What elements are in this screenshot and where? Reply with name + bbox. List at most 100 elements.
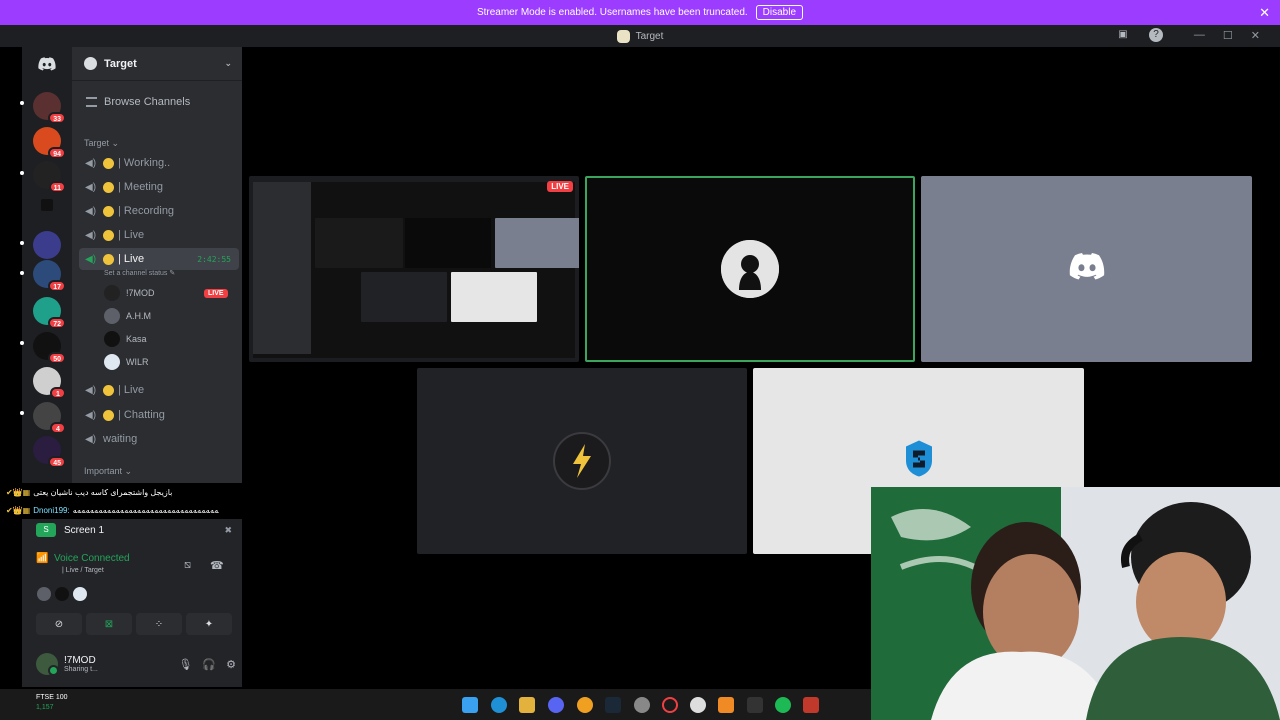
voice-channel[interactable]: ◀) | Working.. [79,152,239,174]
server-icon[interactable]: 1 [33,367,66,399]
file-explorer-icon[interactable] [519,697,535,713]
stock-widget[interactable]: FTSE 100 1,157 [36,693,68,713]
voice-channel[interactable]: ◀) waiting [79,428,239,450]
server-icon[interactable]: 72 [33,297,66,329]
discord-logo-icon [1069,253,1105,285]
stop-share-icon[interactable]: ✖ [224,525,232,536]
voice-channel[interactable]: ◀) | Recording [79,200,239,222]
server-logo-icon [616,29,630,43]
server-icon[interactable] [41,199,53,211]
app-icon[interactable] [803,697,819,713]
riot-icon[interactable] [662,697,678,713]
disconnect-icon[interactable]: ☎ [210,559,224,572]
emoji-icon [103,157,114,169]
screen-share-button[interactable]: ⊠ [86,613,132,635]
set-channel-status[interactable]: Set a channel status ✎ [104,269,175,277]
voice-channel[interactable]: ◀) | Live [79,224,239,246]
voice-channel[interactable]: ◀) | Live [79,379,239,401]
stream-tile-user[interactable] [417,368,747,554]
server-icon[interactable]: 45 [33,436,66,468]
server-icon[interactable]: 4 [33,402,66,434]
mention-badge: 4 [50,422,66,434]
microphone-icon[interactable]: 🎙 [178,658,192,671]
close-banner-icon[interactable]: ✕ [1259,5,1270,21]
noise-suppression-icon[interactable]: ⧅ [184,559,191,572]
voice-user[interactable]: WILR [104,352,149,372]
category-target[interactable]: Target ⌄ [84,138,119,149]
avatar[interactable] [36,653,59,676]
gear-icon[interactable]: ⚙ [226,658,236,671]
minimize-icon[interactable]: — [1194,29,1205,42]
stream-chat-overlay: ✔👑▦ بازیجل واشتجمرای کاسه دیب ناشیان یعت… [0,483,242,519]
voice-channel-path: | Live / Target [62,567,104,574]
preview-tile [405,218,491,268]
soundboard-button[interactable]: ✦ [186,613,232,635]
steam-icon[interactable] [605,697,621,713]
chat-line: ✔👑▦ Dnoni199: ﻪﻪﻪﻪﻪﻪﻪﻪﻪﻪﻪﻪﻪﻪﻪﻪﻪﻪﻪﻪﻪﻪﻪﻪﻪﻪ… [0,501,242,519]
close-window-icon[interactable]: ✕ [1251,29,1260,42]
voice-channel-active[interactable]: ◀) | Live 2:42:55 [79,248,239,270]
browse-channels-label: Browse Channels [104,96,191,108]
maximize-icon[interactable]: ☐ [1223,29,1233,42]
spotify-icon[interactable] [775,697,791,713]
chat-badges: ✔👑▦ [6,505,31,515]
app-icon[interactable] [690,697,706,713]
user-panel: !7MOD Sharing t... 🎙 🎧 ⚙ [36,649,236,679]
screen-share-row[interactable]: S Screen 1 ✖ [36,519,232,541]
epic-games-icon[interactable] [747,697,763,713]
voice-connected-status[interactable]: 📶 Voice Connected [36,553,130,564]
start-icon[interactable] [462,697,478,713]
banner-text: Streamer Mode is enabled. Usernames have… [476,7,748,18]
disable-streamer-mode-button[interactable]: Disable [755,5,804,20]
preview-tile [315,218,403,268]
channel-name: | Recording [118,205,175,217]
preview-tile [451,272,537,322]
server-icon[interactable] [33,231,61,259]
channel-sidebar: Target ⌄ Browse Channels Target ⌄ ◀) | Wo… [72,47,242,483]
inbox-icon[interactable]: ▣ [1116,28,1130,42]
avatar [73,587,87,601]
browse-channels[interactable]: Browse Channels [86,96,190,108]
voice-channel[interactable]: ◀) | Chatting [79,404,239,426]
channel-timer: 2:42:55 [197,254,231,264]
server-icon[interactable]: 94 [33,127,66,159]
stream-tile-speaking[interactable] [585,176,915,362]
voice-user[interactable]: Kasa [104,329,147,349]
chat-text: ﻪﻪﻪﻪﻪﻪﻪﻪﻪﻪﻪﻪﻪﻪﻪﻪﻪﻪﻪﻪﻪﻪﻪﻪﻪﻪﻪﻪﻪﻪﻪﻪﻪﻪ [72,505,219,515]
speaker-icon: ◀) [85,410,97,421]
channel-name: | Chatting [118,409,165,421]
camera-off-button[interactable]: ⊘ [36,613,82,635]
speaker-icon: ◀) [85,434,97,445]
stream-tile-screenshare[interactable]: LIVE [249,176,579,362]
server-header[interactable]: Target ⌄ [72,47,242,81]
chat-text: بازیجل واشتجمرای کاسه دیب ناشیان یعتی [33,487,173,497]
edge-icon[interactable] [491,697,507,713]
server-icon[interactable]: 50 [33,332,66,364]
voice-panel: S Screen 1 ✖ 📶 Voice Connected | Live / T… [22,519,242,687]
voice-user[interactable]: A.H.M [104,306,151,326]
server-icon[interactable]: 33 [33,92,66,124]
silhouette-icon [721,240,779,298]
voice-user-name: A.H.M [126,311,152,321]
headphones-icon[interactable]: 🎧 [202,658,216,671]
stream-tile-default-avatar[interactable] [921,176,1252,362]
mention-badge: 1 [50,387,66,399]
help-icon[interactable]: ? [1149,28,1163,42]
user-status: Sharing t... [64,666,98,673]
avatar [553,432,611,490]
category-important[interactable]: Important ⌄ [84,466,132,477]
speaker-icon: ◀) [85,206,97,217]
activities-button[interactable]: ⁘ [136,613,182,635]
app-icon[interactable] [577,697,593,713]
obs-icon[interactable] [634,697,650,713]
discord-home-icon[interactable] [33,53,61,75]
server-name: Target [104,57,137,70]
app-icon[interactable] [718,697,734,713]
mention-badge: 94 [48,147,66,159]
voice-user[interactable]: !7MOD LIVE [104,283,228,303]
discord-icon[interactable] [548,697,564,713]
server-icon[interactable]: 17 [33,260,66,292]
server-icon[interactable]: 11 [33,161,66,193]
unread-pill [20,171,24,175]
voice-channel[interactable]: ◀) | Meeting [79,176,239,198]
